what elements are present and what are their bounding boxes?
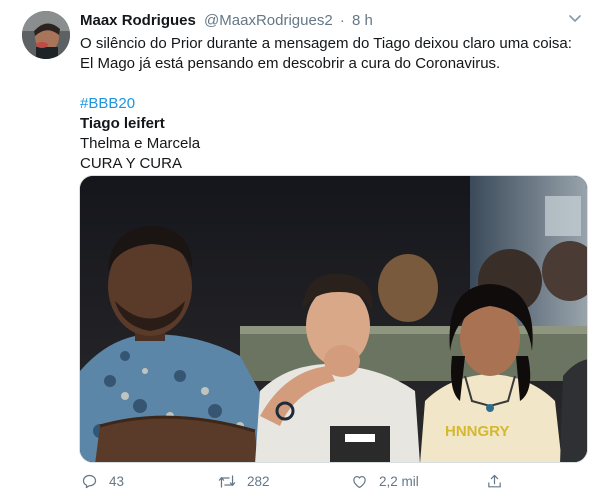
timestamp[interactable]: 8 h bbox=[352, 12, 373, 29]
tweet-card[interactable]: Maax Rodrigues @MaaxRodrigues2 · 8 h O s… bbox=[0, 0, 590, 497]
hashtag-link[interactable]: #BBB20 bbox=[80, 95, 135, 112]
chevron-down-icon[interactable] bbox=[566, 12, 584, 26]
reply-count: 43 bbox=[109, 473, 125, 489]
separator-dot: · bbox=[339, 12, 345, 29]
retweet-count: 282 bbox=[247, 473, 270, 489]
retweet-button[interactable]: 282 bbox=[218, 470, 270, 492]
display-name[interactable]: Maax Rodrigues bbox=[80, 12, 196, 29]
user-handle[interactable]: @MaaxRodrigues2 bbox=[204, 12, 333, 29]
avatar-image bbox=[22, 11, 70, 59]
tweet-text: O silêncio do Prior durante a mensagem d… bbox=[80, 35, 572, 72]
reply-button[interactable]: 43 bbox=[80, 470, 124, 492]
tweet-media[interactable]: HNNGRY bbox=[79, 175, 588, 463]
share-icon bbox=[485, 472, 503, 490]
share-button[interactable] bbox=[485, 470, 503, 492]
tweet-line-bold: Tiago leifert bbox=[80, 115, 165, 132]
tweet-line-2: Thelma e Marcela bbox=[80, 135, 201, 152]
action-bar: 43 282 2,2 mil bbox=[80, 470, 560, 492]
like-button[interactable]: 2,2 mil bbox=[350, 470, 419, 492]
tweet-content: O silêncio do Prior durante a mensagem d… bbox=[80, 34, 580, 174]
like-icon bbox=[350, 472, 368, 490]
media-photo: HNNGRY bbox=[80, 176, 587, 462]
tweet-header: Maax Rodrigues @MaaxRodrigues2 · 8 h bbox=[80, 11, 576, 33]
avatar[interactable] bbox=[22, 11, 70, 59]
like-count: 2,2 mil bbox=[379, 473, 419, 489]
reply-icon bbox=[80, 472, 98, 490]
shirt-text: HNNGRY bbox=[445, 423, 509, 440]
retweet-icon bbox=[218, 472, 236, 490]
tweet-line-3: CURA Y CURA bbox=[80, 155, 182, 172]
